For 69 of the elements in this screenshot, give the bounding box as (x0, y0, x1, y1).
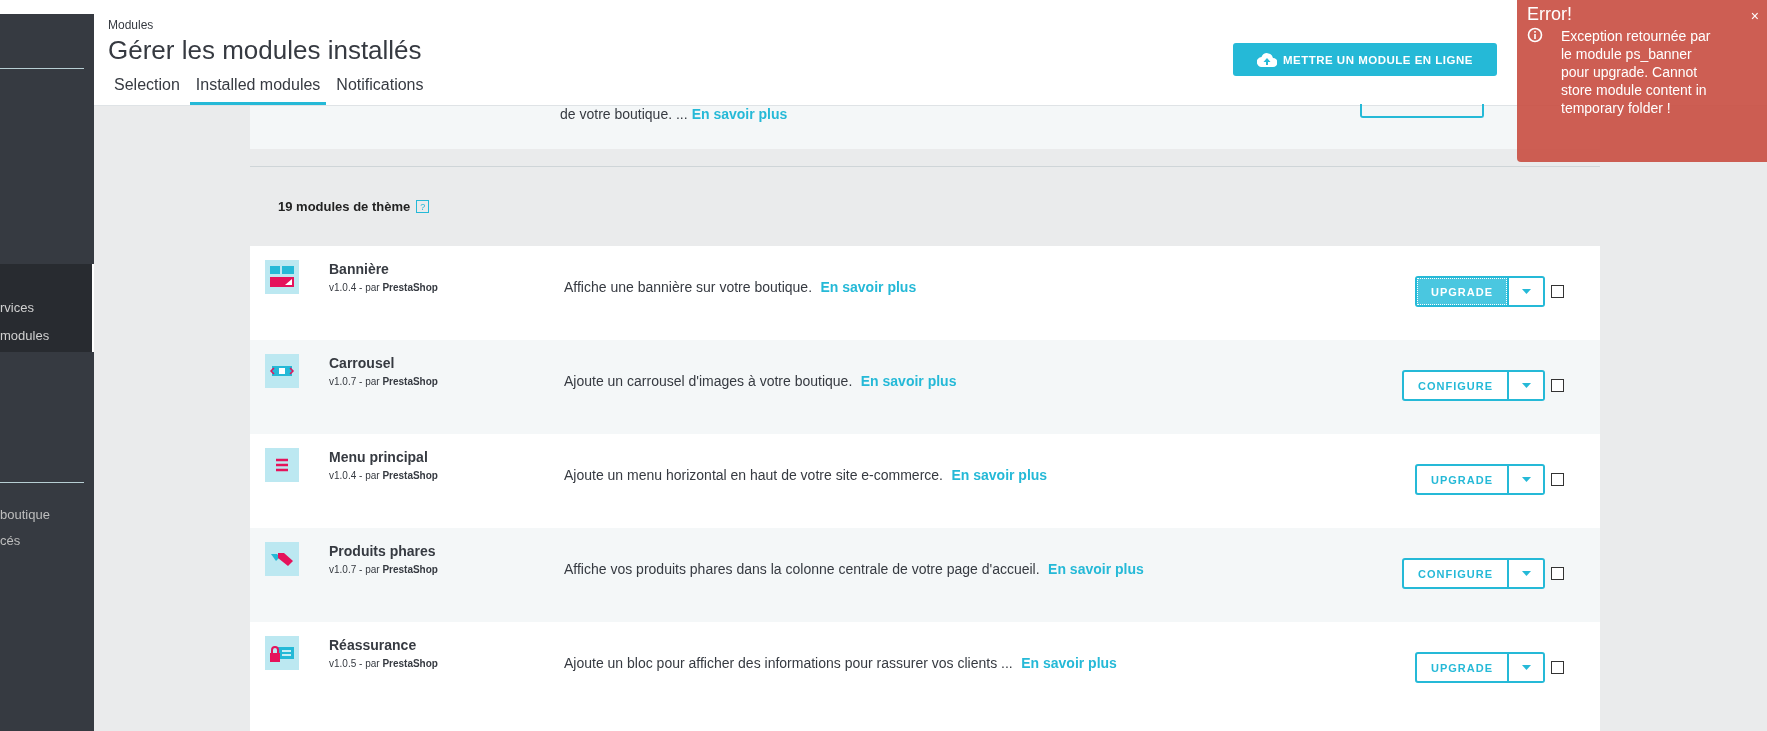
page-title: Gérer les modules installés (108, 35, 423, 66)
dropdown-button[interactable] (1509, 370, 1545, 401)
caret-icon (1521, 383, 1531, 388)
action-button[interactable]: CONFIGURE (1402, 370, 1509, 401)
checkbox[interactable] (1551, 473, 1564, 486)
action-button[interactable] (1360, 104, 1484, 118)
module-author: PrestaShop (382, 282, 438, 293)
caret-icon (1521, 289, 1531, 294)
checkbox[interactable] (1551, 285, 1564, 298)
dropdown-button[interactable] (1509, 558, 1545, 589)
checkbox[interactable] (1551, 567, 1564, 580)
dropdown-button[interactable] (1509, 464, 1545, 495)
module-name: Carrousel (329, 355, 396, 371)
caret-icon (1521, 665, 1531, 670)
action-button[interactable]: UPGRADE (1415, 276, 1509, 307)
breadcrumb[interactable]: Modules (108, 18, 434, 32)
action-button[interactable]: UPGRADE (1415, 464, 1509, 495)
learn-more-link[interactable]: En savoir plus (691, 106, 788, 122)
sidebar-item[interactable]: rvices (0, 300, 92, 316)
module-name: Réassurance (329, 637, 418, 653)
error-message: Exception retournée par le module ps_banner pour upgrade. Cannot store module content in temporary folder ! (1561, 27, 1711, 117)
learn-more-link[interactable]: En savoir plus (820, 279, 917, 295)
module-icon (265, 448, 299, 482)
module-icon (265, 542, 299, 576)
module-author: PrestaShop (382, 376, 438, 387)
action-button[interactable]: CONFIGURE (1402, 558, 1509, 589)
module-name: Bannière (329, 261, 390, 277)
module-description: Ajoute un menu horizontal en haut de votre site e-commerce. (564, 467, 943, 483)
caret-icon (1521, 477, 1531, 482)
close-button[interactable]: × (1750, 8, 1759, 24)
learn-more-link[interactable]: En savoir plus (951, 467, 1048, 483)
module-icon (265, 636, 299, 670)
learn-more-link[interactable]: En savoir plus (1021, 655, 1117, 671)
module-description: Ajoute un carrousel d'images à votre boutique. (564, 373, 853, 389)
learn-more-link[interactable]: En savoir plus (860, 373, 957, 389)
sidebar-item[interactable]: cés (0, 533, 94, 549)
tab[interactable]: Notifications (330, 76, 430, 105)
module-name: Menu principal (329, 449, 429, 465)
module-icon (265, 260, 299, 294)
module-version: v1.0.7 - par (329, 564, 380, 575)
module-description: Affiche une bannière sur votre boutique. (564, 279, 813, 295)
checkbox[interactable] (1551, 661, 1564, 674)
sidebar-item[interactable]: boutique (0, 507, 94, 523)
module-version: v1.0.4 - par (329, 282, 380, 293)
caret-icon (1521, 571, 1531, 576)
dropdown-button[interactable] (1509, 652, 1545, 683)
help-badge[interactable]: ? (416, 200, 430, 213)
section-title: 19 modules de thème (278, 199, 411, 214)
sidebar-item[interactable]: modules (0, 328, 92, 344)
module-version: v1.0.5 - par (329, 658, 380, 669)
tab[interactable]: Selection (108, 76, 186, 105)
checkbox[interactable] (1551, 379, 1564, 392)
module-author: PrestaShop (382, 470, 438, 481)
learn-more-link[interactable]: En savoir plus (1048, 561, 1144, 577)
module-version: v1.0.7 - par (329, 376, 380, 387)
module-version: v1.0.4 - par (329, 470, 380, 481)
toast-title: Error! (1527, 4, 1572, 25)
module-name: Produits phares (329, 543, 437, 559)
cloud-upload-icon (1256, 52, 1277, 67)
dropdown-button[interactable] (1509, 276, 1545, 307)
action-button[interactable]: UPGRADE (1415, 652, 1509, 683)
module-author: PrestaShop (382, 658, 438, 669)
module-description: de votre boutique. ... (560, 106, 688, 122)
upload-module-button[interactable]: METTRE UN MODULE EN LIGNE (1232, 43, 1497, 76)
module-description: Ajoute un bloc pour afficher des informations pour rassurer vos clients ... (564, 655, 1013, 671)
module-description: Affiche vos produits phares dans la colonne centrale de votre page d'accueil. (564, 561, 1040, 577)
module-icon (265, 354, 299, 388)
info-icon (1527, 27, 1543, 43)
module-author: PrestaShop (382, 564, 438, 575)
